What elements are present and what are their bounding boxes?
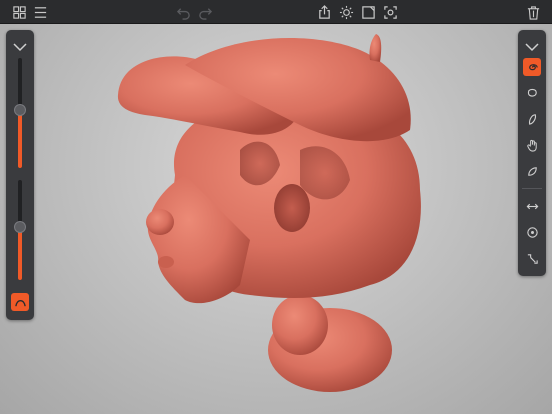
pivot-tool-button[interactable]	[523, 223, 541, 241]
sculpt-model[interactable]	[117, 34, 421, 392]
brush-tool-button[interactable]	[523, 58, 541, 76]
move-corner-icon	[527, 253, 538, 264]
model-antenna-shape	[369, 34, 382, 62]
radius-slider[interactable]	[14, 58, 26, 168]
strength-slider-knob[interactable]	[14, 221, 26, 233]
smooth-tool-button[interactable]	[523, 84, 541, 102]
flatten-icon	[527, 166, 537, 176]
undo-icon[interactable]	[174, 3, 192, 21]
lighting-icon[interactable]	[337, 3, 355, 21]
share-icon[interactable]	[315, 3, 333, 21]
right-tool-panel	[518, 30, 546, 276]
sculpt-viewport[interactable]	[0, 24, 552, 414]
radius-slider-knob[interactable]	[14, 104, 26, 116]
target-icon	[526, 226, 538, 238]
swirl-icon	[528, 63, 538, 70]
menu-icon[interactable]	[31, 3, 49, 21]
mirror-tool-button[interactable]	[523, 197, 541, 215]
transform-tool-button[interactable]	[523, 249, 541, 267]
double-arrow-icon	[526, 203, 538, 209]
model-ear-shape	[274, 184, 310, 232]
chevron-down-icon[interactable]	[524, 38, 540, 52]
flatten-tool-button[interactable]	[523, 162, 541, 180]
strength-slider[interactable]	[14, 180, 26, 280]
radius-slider-fill	[18, 110, 22, 168]
top-toolbar	[0, 0, 552, 24]
redo-icon[interactable]	[196, 3, 214, 21]
grid-icon[interactable]	[10, 3, 28, 21]
lasso-icon	[527, 88, 537, 97]
panel-divider	[522, 188, 542, 189]
curve-icon	[14, 299, 26, 306]
left-tool-panel	[6, 30, 34, 320]
focus-icon[interactable]	[381, 3, 399, 21]
crease-icon	[528, 113, 536, 125]
grab-tool-button[interactable]	[523, 136, 541, 154]
model-nose-shape	[146, 209, 174, 235]
strength-slider-fill	[18, 227, 22, 280]
hand-icon	[526, 139, 537, 152]
trash-icon[interactable]	[524, 3, 542, 21]
model-lips-shape	[158, 256, 174, 268]
model-neck-shape	[272, 295, 328, 355]
crease-tool-button[interactable]	[523, 110, 541, 128]
curve-button[interactable]	[11, 293, 29, 311]
frame-icon[interactable]	[359, 3, 377, 21]
chevron-down-icon[interactable]	[12, 38, 28, 52]
